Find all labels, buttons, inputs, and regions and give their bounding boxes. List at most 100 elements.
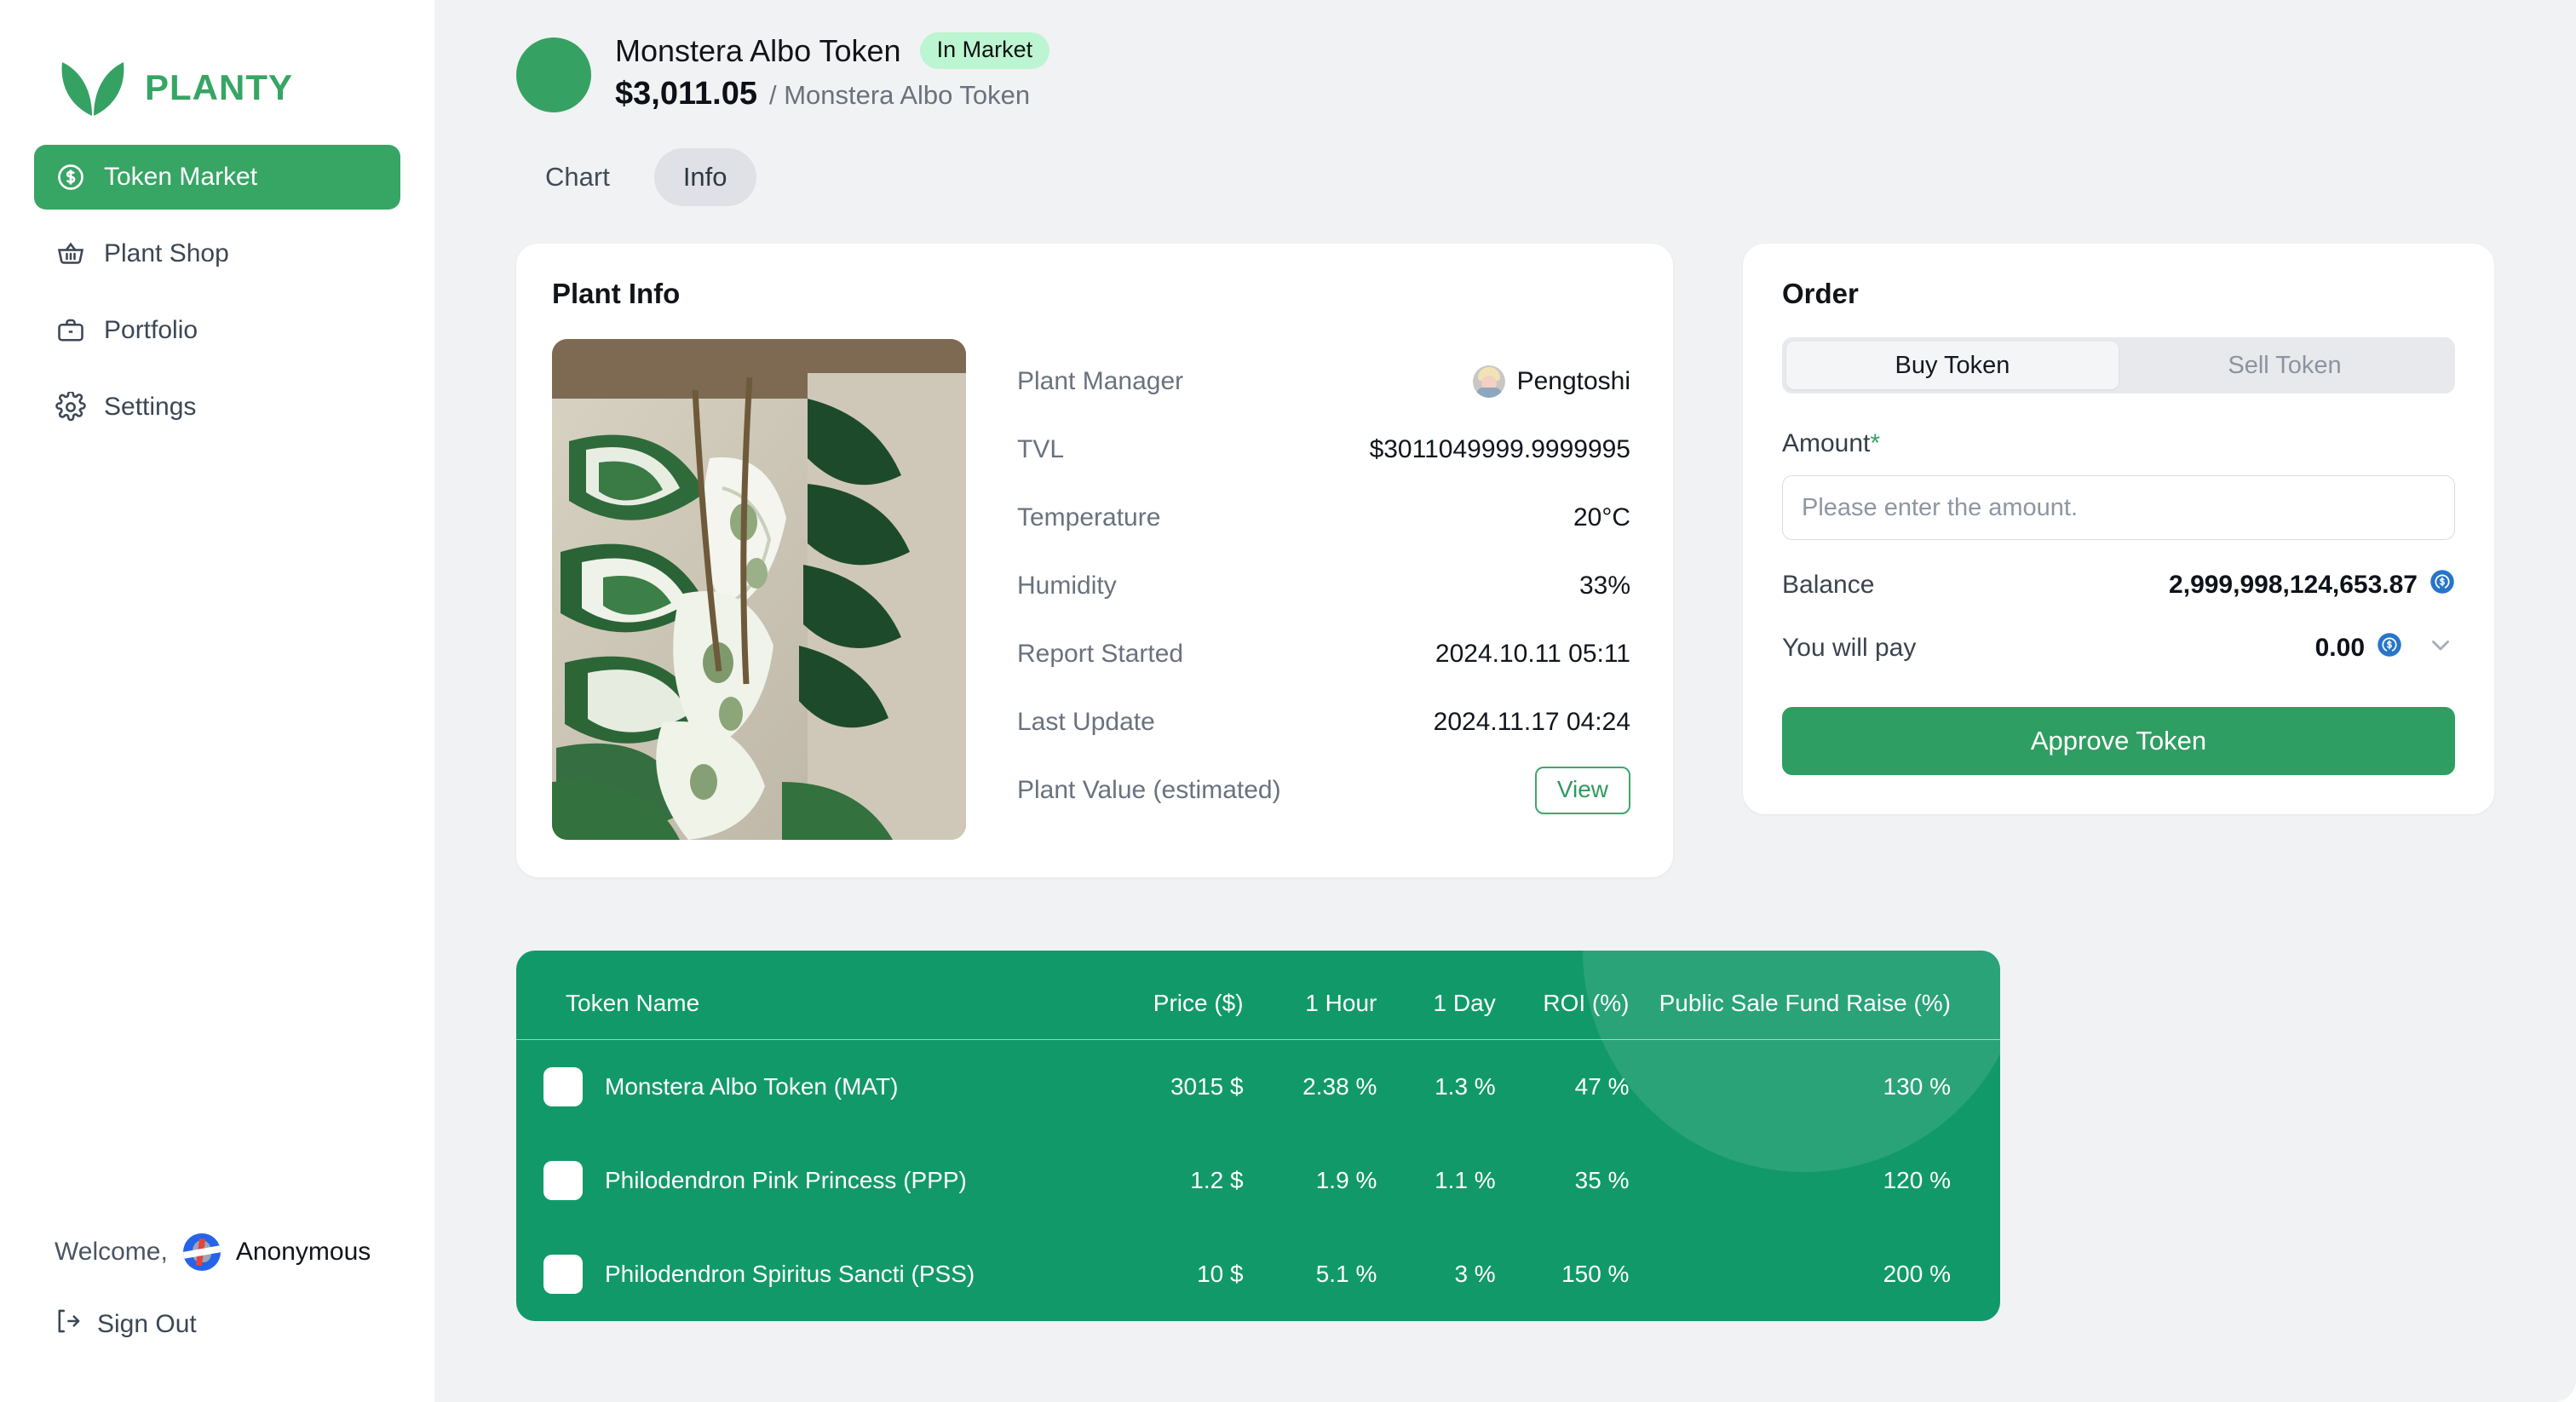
usdc-coin-icon bbox=[2429, 569, 2455, 601]
sell-token-tab[interactable]: Sell Token bbox=[2119, 342, 2451, 389]
col-1-day[interactable]: 1 Day bbox=[1377, 951, 1496, 1040]
info-row-last-update: Last Update 2024.11.17 04:24 bbox=[1017, 688, 1630, 756]
info-label: TVL bbox=[1017, 435, 1065, 463]
brand: PLANTY bbox=[34, 0, 400, 136]
balance-value-group: 2,999,998,124,653.87 bbox=[2169, 569, 2455, 601]
info-row-plant-value: Plant Value (estimated) View bbox=[1017, 756, 1630, 825]
plant-info-title: Plant Info bbox=[552, 278, 681, 309]
token-pair: / Monstera Albo Token bbox=[768, 80, 1031, 110]
cell-price: 10 $ bbox=[1197, 1261, 1244, 1287]
info-label: Report Started bbox=[1017, 640, 1184, 668]
briefcase-icon bbox=[55, 314, 87, 347]
token-title-row: Monstera Albo Token In Market bbox=[615, 32, 1050, 69]
view-plant-value-button[interactable]: View bbox=[1534, 767, 1630, 814]
cell-roi: 47 % bbox=[1574, 1073, 1630, 1100]
pay-value: 0.00 bbox=[2314, 634, 2365, 662]
sidebar-item-settings[interactable]: Settings bbox=[34, 375, 400, 440]
token-square-icon bbox=[543, 1255, 583, 1294]
info-row-plant-manager: Plant Manager Pengtoshi bbox=[1017, 348, 1630, 416]
col-token-name[interactable]: Token Name bbox=[516, 951, 1080, 1040]
table-row[interactable]: Monstera Albo Token (MAT) 3015 $ 2.38 % … bbox=[516, 1040, 2000, 1135]
info-label: Plant Manager bbox=[1017, 367, 1184, 395]
you-will-pay-row: You will pay 0.00 bbox=[1782, 630, 2455, 666]
token-table-head: Token Name Price ($) 1 Hour 1 Day ROI (%… bbox=[516, 951, 2000, 1040]
sidebar-item-label: Portfolio bbox=[104, 316, 198, 344]
info-label: Plant Value (estimated) bbox=[1017, 776, 1281, 804]
table-header-row: Token Name Price ($) 1 Hour 1 Day ROI (%… bbox=[516, 951, 2000, 1040]
green-token-circle bbox=[516, 37, 591, 112]
buy-token-tab[interactable]: Buy Token bbox=[1786, 342, 2119, 389]
balance-row: Balance 2,999,998,124,653.87 bbox=[1782, 569, 2455, 601]
sidebar: PLANTY Token Market Plant Shop Portfolio… bbox=[0, 0, 434, 1402]
page-title: Monstera Albo Token bbox=[615, 32, 901, 68]
col-public-sale-fund-raise[interactable]: Public Sale Fund Raise (%) bbox=[1629, 951, 2000, 1040]
sign-out-button[interactable]: Sign Out bbox=[34, 1307, 400, 1342]
col-1-hour[interactable]: 1 Hour bbox=[1243, 951, 1377, 1040]
sidebar-item-label: Token Market bbox=[104, 163, 258, 191]
approve-token-button[interactable]: Approve Token bbox=[1782, 707, 2455, 775]
cell-1-hour: 2.38 % bbox=[1302, 1073, 1377, 1100]
pay-value-group[interactable]: 0.00 bbox=[2315, 630, 2455, 666]
dollar-circle-icon bbox=[55, 161, 87, 193]
required-asterisk: * bbox=[1870, 429, 1881, 457]
sidebar-nav: Token Market Plant Shop Portfolio Settin… bbox=[34, 145, 400, 440]
token-name-text: Philodendron Spiritus Sancti (PSS) bbox=[605, 1261, 975, 1287]
two-leaves-icon bbox=[60, 58, 126, 118]
cell-price: 3015 $ bbox=[1170, 1073, 1244, 1100]
amount-input[interactable] bbox=[1782, 475, 2455, 540]
user-name: Anonymous bbox=[235, 1238, 371, 1266]
cell-token-name: Monstera Albo Token (MAT) bbox=[516, 1040, 1080, 1135]
plant-info-body: Plant Manager Pengtoshi TVL $3011049999.… bbox=[552, 339, 1630, 840]
sidebar-item-label: Settings bbox=[104, 393, 197, 421]
info-label: Temperature bbox=[1017, 503, 1161, 531]
token-table-body: Monstera Albo Token (MAT) 3015 $ 2.38 % … bbox=[516, 1040, 2000, 1322]
token-table-grid: Token Name Price ($) 1 Hour 1 Day ROI (%… bbox=[516, 951, 2000, 1321]
info-label: Last Update bbox=[1017, 708, 1155, 736]
cell-1-day: 1.3 % bbox=[1435, 1073, 1496, 1100]
plant-photo bbox=[552, 339, 966, 840]
tab-chart[interactable]: Chart bbox=[516, 148, 639, 206]
content-area: Plant Info Plant Manager Pengtoshi TVL $… bbox=[434, 206, 2576, 877]
order-title: Order bbox=[1782, 278, 1859, 309]
chevron-down-icon[interactable] bbox=[2426, 630, 2455, 666]
plant-info-card: Plant Info Plant Manager Pengtoshi TVL $… bbox=[516, 244, 1673, 877]
order-card: Order Buy Token Sell Token Amount* Balan… bbox=[1743, 244, 2494, 814]
sidebar-item-token-market[interactable]: Token Market bbox=[34, 145, 400, 210]
cell-fund-raise: 130 % bbox=[1883, 1073, 1951, 1100]
cell-1-hour: 5.1 % bbox=[1315, 1261, 1377, 1287]
manager-name: Pengtoshi bbox=[1516, 367, 1630, 395]
order-mode-toggle: Buy Token Sell Token bbox=[1782, 337, 2455, 394]
cell-price: 1.2 $ bbox=[1190, 1167, 1244, 1193]
sidebar-item-plant-shop[interactable]: Plant Shop bbox=[34, 221, 400, 286]
view-tabs: Chart Info bbox=[434, 112, 2576, 206]
info-value: 33% bbox=[1578, 572, 1630, 600]
wallet-avatar-icon bbox=[182, 1233, 221, 1271]
info-value: $3011049999.9999995 bbox=[1369, 435, 1630, 463]
col-roi[interactable]: ROI (%) bbox=[1495, 951, 1630, 1040]
token-name-text: Philodendron Pink Princess (PPP) bbox=[605, 1167, 967, 1193]
cell-1-hour: 1.9 % bbox=[1315, 1167, 1377, 1193]
info-row-report-started: Report Started 2024.10.11 05:11 bbox=[1017, 620, 1630, 688]
info-value: 2024.11.17 04:24 bbox=[1433, 708, 1630, 736]
status-badge: In Market bbox=[919, 32, 1050, 69]
token-name-text: Monstera Albo Token (MAT) bbox=[605, 1073, 899, 1100]
table-row[interactable]: Philodendron Pink Princess (PPP) 1.2 $ 1… bbox=[516, 1134, 2000, 1227]
usdc-coin-icon bbox=[2377, 632, 2402, 664]
brand-name: PLANTY bbox=[145, 67, 293, 107]
sidebar-item-portfolio[interactable]: Portfolio bbox=[34, 298, 400, 363]
manager-avatar bbox=[1472, 365, 1505, 398]
tab-info[interactable]: Info bbox=[653, 148, 756, 206]
sign-out-icon bbox=[53, 1307, 82, 1342]
plant-info-rows: Plant Manager Pengtoshi TVL $3011049999.… bbox=[1017, 339, 1630, 840]
token-price: $3,011.05 bbox=[615, 76, 757, 112]
cell-token-name: Philodendron Spiritus Sancti (PSS) bbox=[516, 1227, 1080, 1321]
pay-label: You will pay bbox=[1782, 634, 1917, 662]
token-header: Monstera Albo Token In Market $3,011.05 … bbox=[434, 0, 2576, 112]
info-row-tvl: TVL $3011049999.9999995 bbox=[1017, 416, 1630, 484]
main-content: Monstera Albo Token In Market $3,011.05 … bbox=[434, 0, 2576, 1402]
token-square-icon bbox=[543, 1161, 583, 1200]
table-row[interactable]: Philodendron Spiritus Sancti (PSS) 10 $ … bbox=[516, 1227, 2000, 1321]
welcome-row: Welcome, Anonymous bbox=[34, 1233, 400, 1271]
col-price[interactable]: Price ($) bbox=[1079, 951, 1244, 1040]
app-window: PLANTY Token Market Plant Shop Portfolio… bbox=[0, 0, 2576, 1402]
